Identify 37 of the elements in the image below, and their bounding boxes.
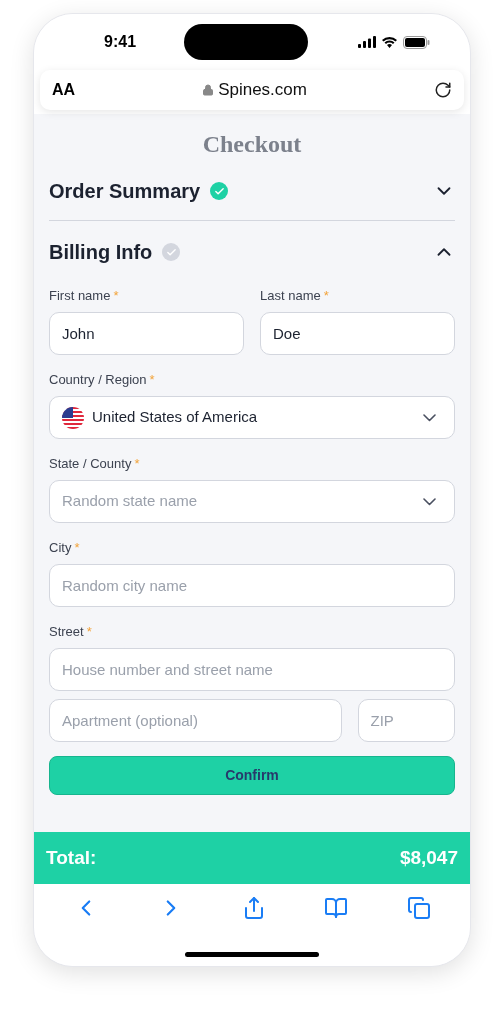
bookmarks-icon[interactable] [324,896,349,920]
field-label: First name [49,287,111,304]
chevron-down-icon [423,497,436,506]
url-text[interactable]: Spines.com [218,77,307,103]
battery-icon [403,35,430,49]
lock-icon [202,84,215,96]
field-label: City [49,539,72,556]
input-field[interactable]: John [49,312,244,355]
chevron-down-icon [423,413,436,422]
required-mark: * [74,539,80,556]
reload-icon[interactable] [434,81,452,99]
field-label: State / County [49,455,132,472]
confirm-button[interactable]: Confirm [49,756,455,795]
field-label: Last name [260,287,321,304]
total-label: Total: [46,845,97,870]
input-field[interactable]: ZIP [357,699,455,742]
wifi-icon [381,36,398,48]
text-size-button[interactable]: AA [52,78,76,102]
required-mark: * [134,455,140,472]
section-header[interactable]: Billing Info [49,221,455,281]
field-label: Street [49,623,84,640]
input-field[interactable]: Apartment (optional) [49,699,342,742]
signal-icon [358,36,376,48]
required-mark: * [323,287,329,304]
input-field[interactable]: Random city name [49,564,455,607]
required-mark: * [149,371,155,388]
total-amount: $8,047 [399,845,458,870]
tabs-icon[interactable] [406,896,431,920]
required-mark: * [113,287,119,304]
status-time: 9:41 [104,32,137,52]
page-title: Checkout [201,130,303,159]
section-header[interactable]: Order Summary [49,176,455,220]
input-field[interactable]: Doe [260,312,455,355]
input-field[interactable]: House number and street name [49,648,455,691]
field-label: Country / Region [49,371,147,388]
select-field[interactable]: United States of America [49,396,455,439]
required-mark: * [86,623,92,640]
